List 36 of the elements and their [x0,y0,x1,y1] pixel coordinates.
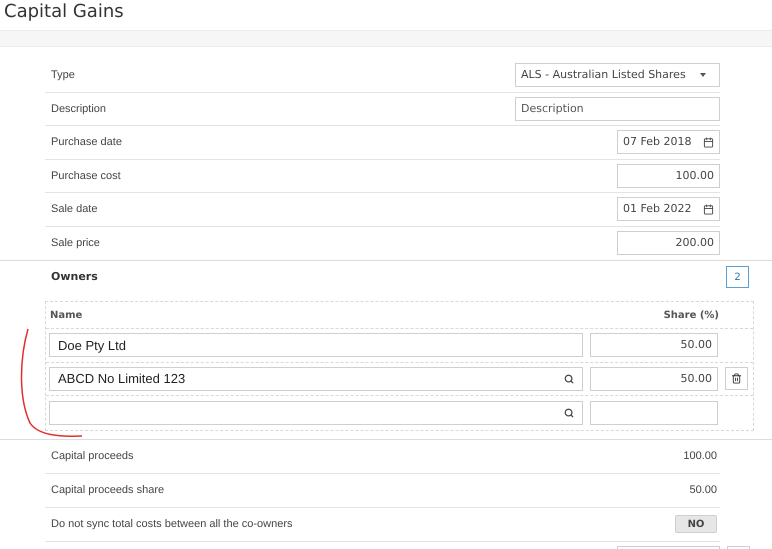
owners-heading: Owners [51,268,98,285]
amount-field[interactable]: 100.00 [617,164,720,188]
description-field[interactable]: Description [515,96,720,121]
field-label: Sale date [51,202,98,217]
date-field[interactable]: 07 Feb 2018 [617,130,720,154]
column-header: Share (%) [662,308,719,322]
summary-label: Capital proceeds share [51,482,164,498]
field-label: Sale price [51,236,100,251]
trash-icon [731,373,742,384]
type-select[interactable]: ALS - Australian Listed Shares [515,63,720,88]
field-label: Purchase cost [51,168,121,184]
share-field[interactable] [590,400,718,425]
page-title: Capital Gains [4,1,125,23]
calendar-icon [703,204,714,215]
summary-value: 100.00 [683,448,717,464]
owner-name-field[interactable]: ABCD No Limited 123 [49,366,583,391]
column-header: Name [50,308,84,322]
search-icon[interactable] [564,374,574,384]
field-label: Purchase date [51,135,122,150]
search-icon[interactable] [564,408,574,418]
field-label: Description [51,102,106,116]
owner-name-field[interactable]: Doe Pty Ltd [49,333,583,358]
summary-label: Do not sync total costs between all the co-owners [51,516,293,532]
amount-field[interactable]: 200.00 [617,231,720,256]
delete-button[interactable] [725,367,748,390]
owner-name-field[interactable] [49,400,583,425]
owner-count-button[interactable]: 2 [726,266,749,288]
calendar-icon [703,136,714,148]
field-label: Type [51,68,75,83]
caret-icon [700,73,706,78]
share-field[interactable]: 50.00 [590,333,718,358]
date-field[interactable]: 01 Feb 2022 [617,197,720,222]
share-field[interactable]: 50.00 [590,366,718,391]
summary-value: 50.00 [689,482,717,498]
summary-label: Capital proceeds [51,448,134,464]
toggle-button[interactable]: NO [675,515,717,533]
